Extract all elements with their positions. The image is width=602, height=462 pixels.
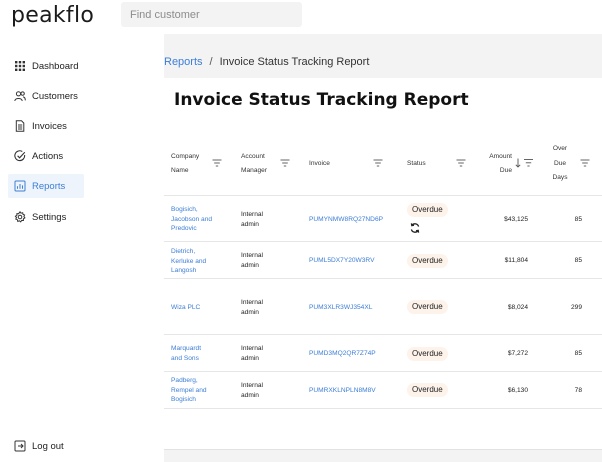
amount-due: $43,125 [504, 216, 528, 223]
invoice-number-link[interactable]: PUMRXKLNPLN8M8V [309, 386, 376, 396]
column-header-company: Company Name [171, 153, 200, 174]
check-circle-icon [14, 150, 26, 162]
row-divider [164, 241, 602, 242]
overdue-days: 299 [570, 304, 582, 311]
amount-due: $6,130 [507, 387, 528, 394]
breadcrumb-reports-link[interactable]: Reports [164, 56, 203, 68]
sync-icon[interactable] [409, 222, 421, 234]
grid-icon [15, 61, 25, 71]
search-input[interactable] [121, 2, 302, 27]
column-header-account-manager: Account Manager [241, 153, 268, 174]
report-card: Invoice Status Tracking Report Company N… [164, 78, 602, 450]
row-divider [164, 278, 602, 279]
peakflo-logo[interactable]: peakflo [11, 3, 94, 28]
top-bar: peakflo [0, 0, 602, 34]
breadcrumb-current: Invoice Status Tracking Report [219, 56, 370, 68]
column-header-status: Status [407, 160, 426, 167]
people-icon [14, 91, 26, 102]
invoice-number-link[interactable]: PUML5DX7Y20W3RV [309, 256, 374, 266]
company-name-link[interactable]: Padberg, Rempel and Bogisich [171, 376, 207, 405]
status-badge: Overdue [407, 300, 448, 314]
header-divider [164, 195, 602, 196]
gear-icon [14, 211, 26, 223]
row-divider [164, 371, 602, 372]
account-manager: Internal admin [241, 252, 263, 269]
invoice-number-link[interactable]: PUM3XLR3WJ354XL [309, 303, 372, 313]
column-header-invoice: Invoice [309, 160, 330, 167]
report-icon [14, 180, 26, 192]
invoice-number-link[interactable]: PUMYNMW8RQ27ND6P [309, 215, 383, 225]
document-icon [15, 120, 25, 132]
account-manager: Internal admin [241, 299, 263, 316]
status-badge: Overdue [407, 347, 448, 361]
sidebar-item-label: Customers [32, 90, 78, 102]
status-badge: Overdue [407, 383, 448, 397]
sidebar-item-settings[interactable]: Settings [8, 205, 84, 229]
filter-icon[interactable] [212, 159, 222, 167]
sidebar-item-invoices[interactable]: Invoices [8, 114, 84, 138]
column-header-amount-due: Amount Due [489, 153, 512, 174]
sort-descending-icon[interactable] [515, 158, 535, 168]
sidebar-item-label: Dashboard [32, 60, 79, 72]
breadcrumb-separator: / [209, 56, 213, 68]
company-name-link[interactable]: Wiza PLC [171, 303, 200, 313]
invoice-number-link[interactable]: PUMD3MQ2QR7Z74P [309, 349, 376, 359]
logout-icon [14, 440, 26, 452]
status-badge: Overdue [407, 203, 448, 217]
column-header-overdue-days: Over Due Days [552, 145, 568, 181]
amount-due: $11,804 [504, 257, 528, 264]
overdue-days: 85 [574, 350, 582, 357]
row-divider [164, 408, 602, 409]
filter-icon[interactable] [280, 159, 290, 167]
filter-icon[interactable] [456, 159, 466, 167]
overdue-days: 85 [574, 257, 582, 264]
amount-due: $8,024 [507, 304, 528, 311]
filter-icon[interactable] [373, 159, 383, 167]
breadcrumb: Reports / Invoice Status Tracking Report [164, 56, 369, 68]
sidebar: Dashboard Customers Invoices Actions Rep… [0, 34, 164, 462]
amount-due: $7,272 [507, 350, 528, 357]
status-badge: Overdue [407, 254, 448, 268]
sidebar-item-label: Invoices [32, 120, 67, 132]
filter-icon[interactable] [580, 159, 590, 167]
account-manager: Internal admin [241, 382, 263, 399]
sidebar-item-label: Settings [32, 211, 67, 223]
overdue-days: 78 [574, 387, 582, 394]
company-name-link[interactable]: Marquardt and Sons [171, 344, 201, 363]
sidebar-item-reports[interactable]: Reports [8, 174, 84, 198]
sidebar-item-dashboard[interactable]: Dashboard [8, 54, 84, 78]
report-title: Invoice Status Tracking Report [174, 90, 469, 110]
row-divider [164, 334, 602, 335]
logout-button[interactable]: Log out [8, 434, 64, 458]
account-manager: Internal admin [241, 211, 263, 228]
company-name-link[interactable]: Dietrich, Kerluke and Langosh [171, 247, 206, 276]
sidebar-item-label: Reports [32, 180, 66, 192]
account-manager: Internal admin [241, 345, 263, 362]
sidebar-item-label: Actions [32, 150, 64, 162]
logout-label: Log out [32, 440, 64, 452]
overdue-days: 85 [574, 216, 582, 223]
company-name-link[interactable]: Bogisich, Jacobson and Predovic [171, 205, 212, 234]
sidebar-item-customers[interactable]: Customers [8, 84, 84, 108]
sidebar-item-actions[interactable]: Actions [8, 144, 84, 168]
